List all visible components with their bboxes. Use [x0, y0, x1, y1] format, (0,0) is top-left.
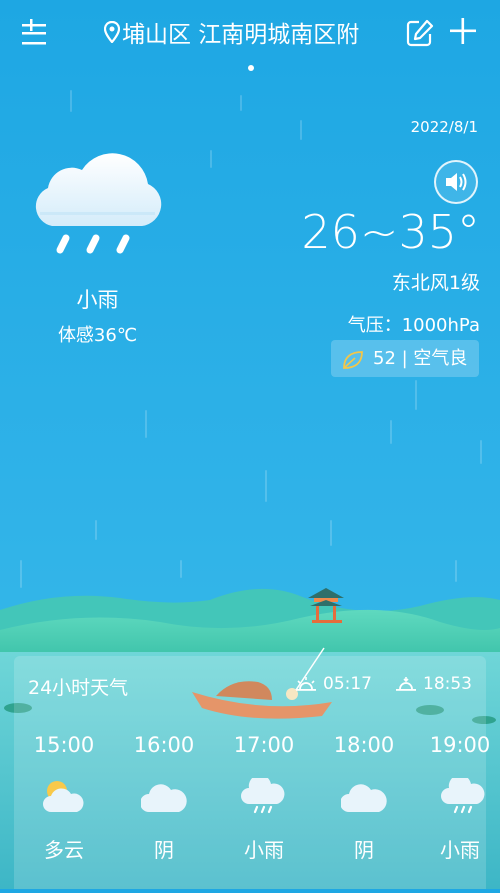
air-quality-badge[interactable]: 52 | 空气良	[331, 340, 479, 377]
pressure-label: 气压：1000hPa	[347, 315, 480, 336]
add-city-button[interactable]	[448, 16, 478, 46]
hour-condition: 阴	[154, 838, 174, 862]
sunset-value: 18:53	[423, 674, 472, 694]
location-pin-icon	[104, 19, 122, 53]
leaf-icon	[341, 347, 365, 384]
location-text: 埔山区 江南明城南区附	[122, 22, 360, 48]
menu-icon[interactable]	[20, 18, 54, 50]
hour-time: 18:00	[333, 733, 395, 757]
sunrise-icon	[295, 676, 317, 697]
air-quality-text: 52 | 空气良	[373, 348, 468, 369]
page-indicator-dot	[248, 65, 254, 71]
sunset-icon	[395, 676, 417, 697]
sunrise-value: 05:17	[323, 674, 372, 694]
hour-condition: 阴	[354, 838, 374, 862]
hour-time: 17:00	[233, 733, 295, 757]
cloud-icon	[140, 778, 187, 816]
plus-icon	[450, 18, 476, 44]
temperature-range: 26~35°	[301, 205, 480, 259]
feels-like: 体感36℃	[57, 325, 138, 346]
hour-condition: 小雨	[440, 838, 480, 862]
hour-condition: 多云	[44, 838, 84, 862]
voice-broadcast-button[interactable]	[434, 160, 478, 204]
edit-icon[interactable]	[405, 18, 435, 48]
location-title[interactable]: 埔山区 江南明城南区附	[104, 18, 394, 52]
hour-time: 19:00	[429, 733, 491, 757]
hourly-forecast-title: 24小时天气	[28, 677, 129, 699]
rain-cloud-icon	[441, 774, 487, 816]
current-condition: 小雨	[76, 288, 119, 312]
hour-time: 16:00	[133, 733, 195, 757]
wind-label: 东北风1级	[391, 272, 480, 294]
hour-condition: 小雨	[244, 838, 284, 862]
cloud-icon	[340, 778, 387, 816]
speaker-icon	[446, 173, 467, 191]
rain-cloud-icon	[30, 140, 164, 262]
partly-cloudy-icon	[41, 778, 87, 816]
hour-time: 15:00	[33, 733, 95, 757]
date-label: 2022/8/1	[410, 118, 478, 136]
sunrise-time: 05:17	[295, 674, 372, 697]
rain-cloud-icon	[241, 774, 287, 816]
sunset-time: 18:53	[395, 674, 472, 697]
